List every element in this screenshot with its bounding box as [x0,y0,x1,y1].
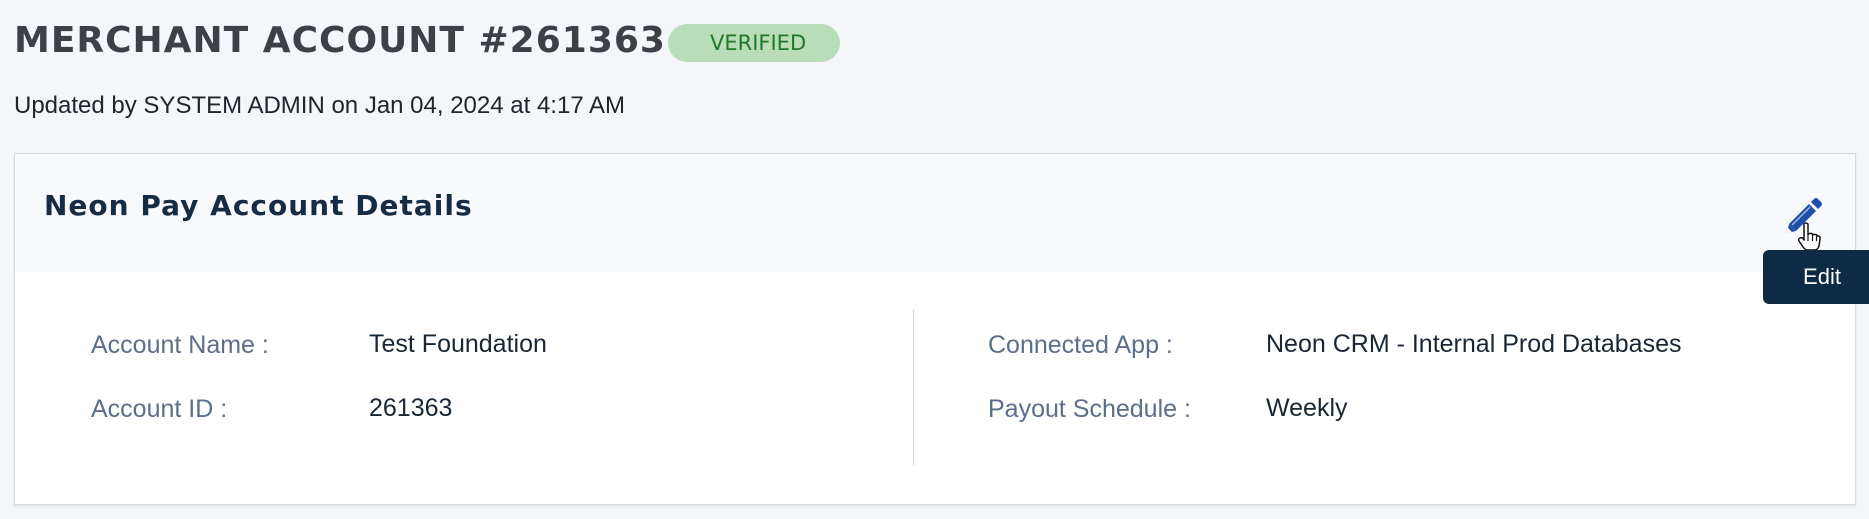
merchant-account-page: MERCHANT ACCOUNT #261363 VERIFIED Update… [0,0,1869,519]
updated-by-text: Updated by SYSTEM ADMIN on Jan 04, 2024 … [14,92,626,119]
account-name-label: Account Name : [91,331,269,359]
payout-schedule-label: Payout Schedule : [988,395,1191,423]
column-divider [913,309,914,465]
page-title: MERCHANT ACCOUNT #261363 [14,20,666,61]
payout-schedule-value: Weekly [1266,394,1348,422]
card-title: Neon Pay Account Details [44,189,473,222]
account-id-value: 261363 [369,394,453,422]
edit-tooltip: Edit [1763,250,1869,304]
edit-button[interactable] [1783,195,1825,237]
page-header: MERCHANT ACCOUNT #261363 VERIFIED [14,16,841,66]
connected-app-value: Neon CRM - Internal Prod Databases [1266,330,1682,358]
account-details-card: Neon Pay Account Details Edit Account Na… [14,153,1869,505]
card-body: Account Name : Test Foundation Account I… [15,272,1855,504]
pencil-icon [1787,198,1822,233]
account-name-value: Test Foundation [369,330,547,358]
status-badge: VERIFIED [667,24,841,62]
connected-app-label: Connected App : [988,331,1173,359]
account-id-label: Account ID : [91,395,228,423]
card-header: Neon Pay Account Details [15,154,1855,272]
